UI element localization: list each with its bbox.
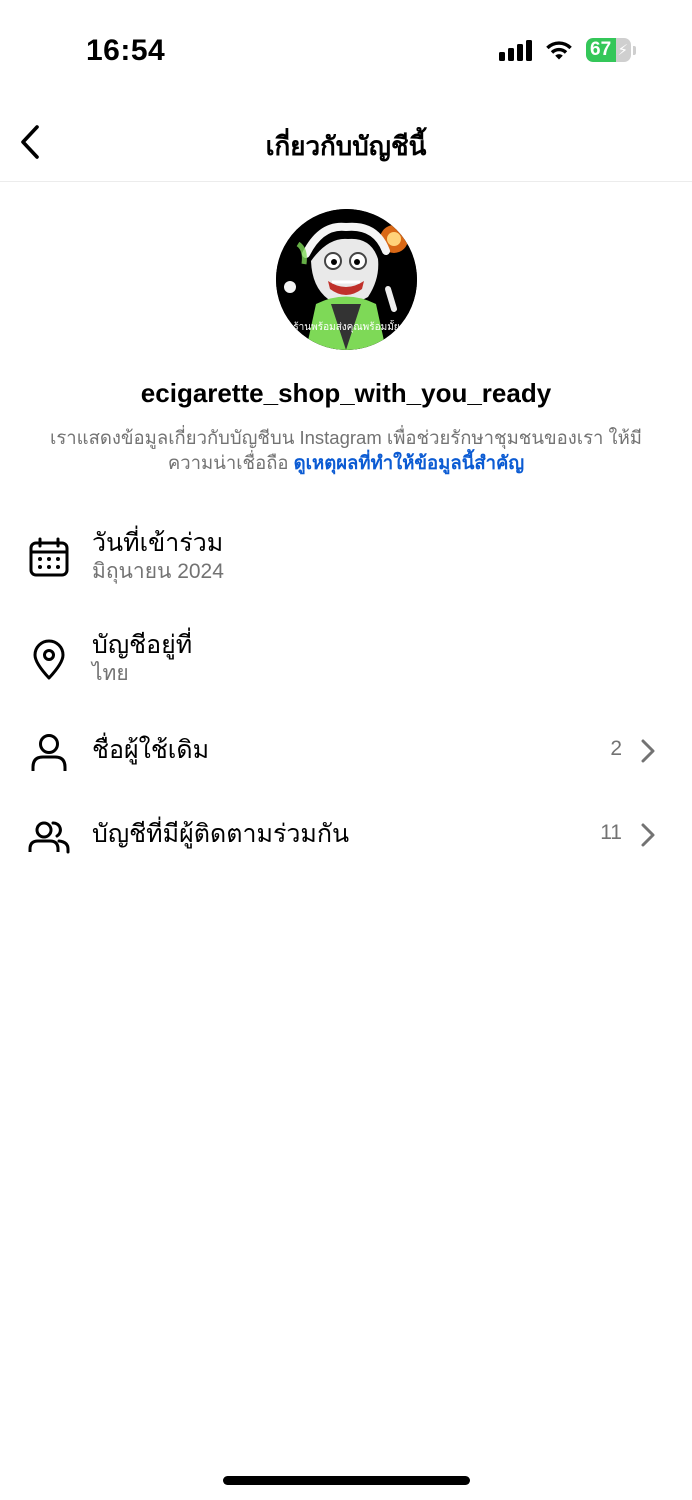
chevron-right-icon [638,736,658,766]
info-row-account-location: บัญชีอยู่ที่ ไทย [0,628,692,692]
shared-followers-count: 11 [600,821,622,844]
status-icons: 67 ⚡ [499,38,636,62]
status-time: 16:54 [86,34,166,67]
status-bar: 16:54 67 ⚡ [0,0,692,100]
row-title-shared-followers: บัญชีที่มีผู้ติดตามร่วมกัน [92,820,350,848]
shared-followers-row[interactable]: บัญชีที่มีผู้ติดตามร่วมกัน 11 [0,808,692,864]
battery-charging-icon: 67 ⚡ [586,38,636,62]
username: ecigarette_shop_with_you_ready [140,378,552,408]
nav-header: เกี่ยวกับบัญชีนี้ [0,100,692,182]
avatar-caption: ร้านพร้อมส่งคุณพร้อมมั้ย [293,322,400,333]
home-indicator[interactable] [223,1476,470,1485]
row-title-former-usernames: ชื่อผู้ใช้เดิม [92,736,210,764]
row-title-date-joined: วันที่เข้าร่วม [92,529,224,557]
bolt-icon: ⚡ [617,42,628,59]
row-title-account-location: บัญชีอยู่ที่ [92,631,193,659]
location-pin-icon [28,639,70,681]
wifi-icon [544,39,574,61]
row-value-date-joined: มิถุนายน 2024 [92,560,224,583]
former-usernames-count: 2 [610,737,622,760]
info-row-date-joined: วันที่เข้าร่วม มิถุนายน 2024 [0,526,692,590]
person-icon [28,731,70,773]
calendar-icon [28,537,70,579]
learn-why-link[interactable]: ดูเหตุผลที่ทำให้ข้อมูลนี้สำคัญ [294,452,524,473]
former-usernames-row[interactable]: ชื่อผู้ใช้เดิม 2 [0,724,692,780]
row-value-account-location: ไทย [92,662,129,685]
account-description: เราแสดงข้อมูลเกี่ยวกับบัญชีบน Instagram … [40,425,652,475]
chevron-right-icon [638,820,658,850]
avatar[interactable]: ร้านพร้อมส่งคุณพร้อมมั้ย [276,209,417,350]
page-title: เกี่ยวกับบัญชีนี้ [265,131,427,161]
people-icon [28,815,70,857]
battery-level: 67 [590,39,612,60]
signal-icon [499,39,532,61]
